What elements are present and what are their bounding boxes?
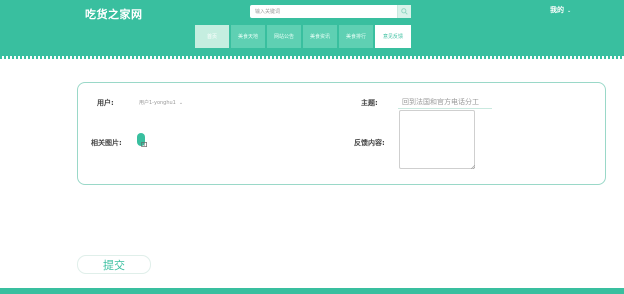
nav-item-feedback[interactable]: 意见反馈 bbox=[375, 25, 411, 48]
site-logo[interactable]: 吃货之家网 bbox=[85, 6, 143, 22]
nav-item-food-ranking[interactable]: 美食排行 bbox=[339, 25, 373, 48]
search-button[interactable] bbox=[397, 5, 411, 18]
image-field-label: 相关图片: bbox=[91, 139, 122, 147]
chevron-down-icon: ⌄ bbox=[178, 99, 184, 106]
top-header: 吃货之家网 我的⌄ 首页 美食天地 网站公告 美食资讯 美食排行 意见反馈 bbox=[0, 0, 624, 56]
nav-item-home[interactable]: 首页 bbox=[195, 25, 229, 48]
nav-item-announcements[interactable]: 网站公告 bbox=[267, 25, 301, 48]
user-select[interactable]: 用户1-yonghu1 ⌄ bbox=[139, 97, 189, 108]
submit-button[interactable]: 提交 bbox=[77, 255, 151, 274]
search-input[interactable] bbox=[250, 5, 401, 18]
main-nav: 首页 美食天地 网站公告 美食资讯 美食排行 意见反馈 bbox=[195, 25, 411, 48]
content-field-label: 反馈内容: bbox=[354, 139, 385, 147]
footer-bar bbox=[0, 288, 624, 294]
user-select-value: 用户1-yonghu1 bbox=[139, 100, 176, 106]
nav-item-food-news[interactable]: 美食资讯 bbox=[303, 25, 337, 48]
chevron-down-icon: ⌄ bbox=[567, 8, 572, 14]
subject-field-label: 主题: bbox=[361, 99, 378, 107]
user-field-label: 用户: bbox=[97, 99, 114, 107]
nav-item-food-world[interactable]: 美食天地 bbox=[231, 25, 265, 48]
user-menu[interactable]: 我的 ⌄ bbox=[550, 5, 571, 15]
search-box bbox=[250, 5, 411, 18]
upload-icon bbox=[141, 142, 147, 147]
header-divider bbox=[0, 56, 624, 59]
search-icon bbox=[401, 8, 408, 15]
user-menu-label: 我的 bbox=[550, 6, 564, 14]
subject-input[interactable] bbox=[398, 96, 492, 109]
feedback-content-textarea[interactable] bbox=[399, 110, 475, 169]
resize-icon[interactable] bbox=[471, 165, 475, 169]
